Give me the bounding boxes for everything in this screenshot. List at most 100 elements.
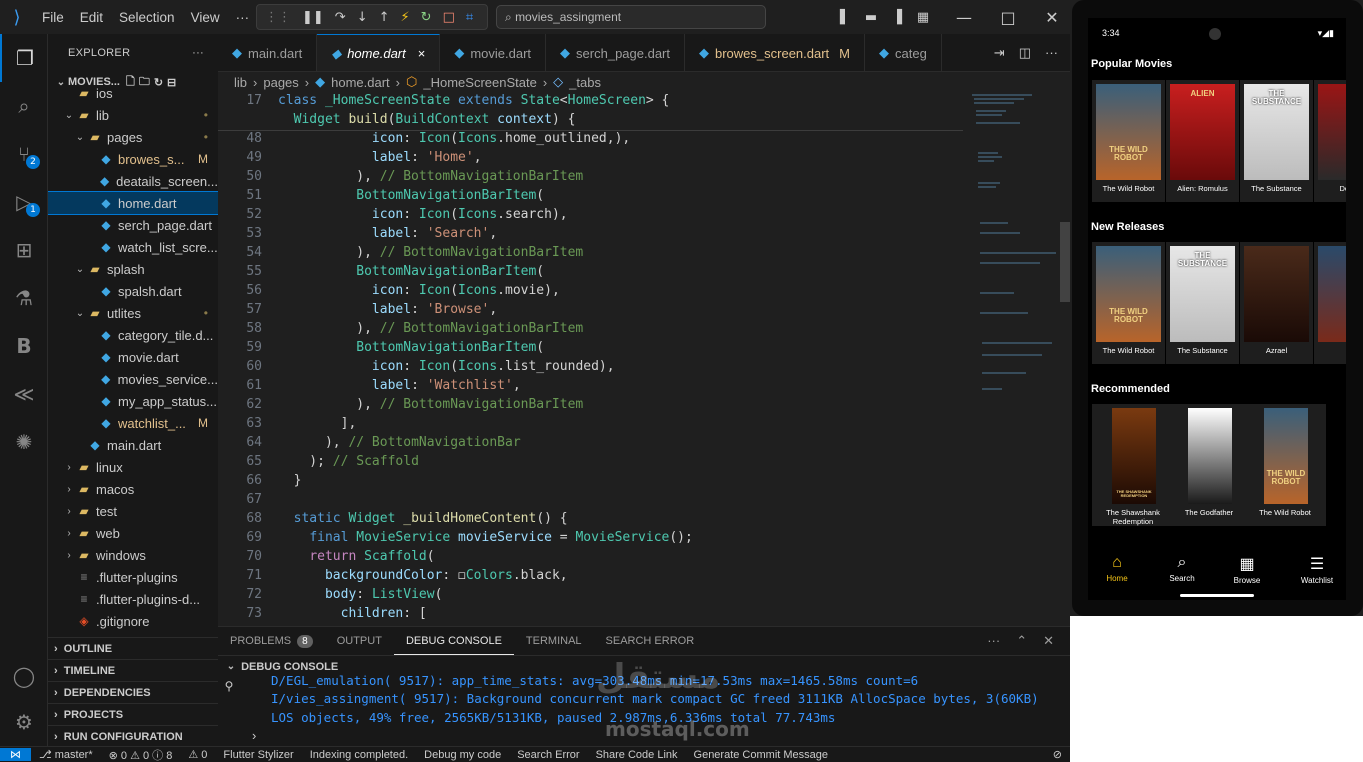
explorer-icon[interactable]: ❐ bbox=[0, 34, 48, 82]
toggle-panel-icon[interactable]: ▬ bbox=[858, 10, 884, 25]
panel-tab-terminal[interactable]: TERMINAL bbox=[514, 627, 594, 655]
step-out-icon[interactable]: ↑ bbox=[379, 10, 390, 25]
tab-home-dart[interactable]: ◆ home.dart × bbox=[317, 34, 441, 71]
toggle-secondary-sidebar-icon[interactable]: ▐ bbox=[884, 10, 910, 25]
panel-more-icon[interactable]: ··· bbox=[987, 633, 1000, 649]
tree-item[interactable]: ◆ serch_page.dart bbox=[48, 214, 218, 236]
nav-home[interactable]: ⌂ Home bbox=[1092, 554, 1142, 583]
notifications-icon[interactable]: ⊘ bbox=[1045, 748, 1070, 761]
movie-card[interactable]: THE WILD ROBOT The Wild Robot bbox=[1092, 242, 1165, 364]
movie-card[interactable]: Te bbox=[1314, 242, 1346, 364]
menu-edit[interactable]: Edit bbox=[72, 10, 111, 25]
movie-card[interactable]: The Godfather bbox=[1168, 404, 1250, 526]
hot-reload-icon[interactable]: ⚡ bbox=[401, 10, 410, 25]
search-error-status[interactable]: Search Error bbox=[509, 749, 587, 761]
devtools-icon[interactable]: ⌗ bbox=[466, 10, 473, 25]
tree-item[interactable]: ◆ movies_service... bbox=[48, 368, 218, 390]
tree-item[interactable]: ▰ ios bbox=[48, 82, 218, 104]
testing-icon[interactable]: ⚗ bbox=[0, 274, 48, 322]
crumb-tabs[interactable]: _tabs bbox=[569, 75, 601, 90]
tree-item[interactable]: ◆ deatails_screen... bbox=[48, 170, 218, 192]
tree-item[interactable]: ◆ watch_list_scre... bbox=[48, 236, 218, 258]
source-control-icon[interactable]: ⑂ 2 bbox=[0, 130, 48, 178]
debug-my-code-status[interactable]: Debug my code bbox=[416, 749, 509, 761]
tree-item[interactable]: › ▰ windows bbox=[48, 544, 218, 566]
tree-item[interactable]: ≡ .flutter-plugins bbox=[48, 566, 218, 588]
account-icon[interactable]: ◯ bbox=[0, 652, 48, 700]
pause-icon[interactable]: ❚❚ bbox=[302, 10, 324, 25]
tree-item[interactable]: ◆ category_tile.d... bbox=[48, 324, 218, 346]
copilot-icon[interactable]: ✺ bbox=[0, 418, 48, 466]
problems-status[interactable]: ⊗ 0 ⚠ 0 ⓘ 8 bbox=[101, 747, 181, 762]
tree-item[interactable]: › ▰ test bbox=[48, 500, 218, 522]
close-icon[interactable]: ✕ bbox=[1030, 8, 1074, 27]
toggle-sidebar-icon[interactable]: ▌ bbox=[832, 10, 858, 25]
menu-view[interactable]: View bbox=[183, 10, 228, 25]
customize-layout-icon[interactable]: ▦ bbox=[910, 10, 936, 25]
search-icon[interactable]: ⌕ bbox=[0, 82, 48, 130]
tab-categ[interactable]: ◆ categ bbox=[865, 34, 942, 71]
tab-movie-dart[interactable]: ◆ movie.dart bbox=[440, 34, 547, 71]
flutter-icon[interactable]: ≪ bbox=[0, 370, 48, 418]
drag-handle-icon[interactable]: ⋮⋮ bbox=[265, 10, 291, 25]
crumb-lib[interactable]: lib bbox=[234, 75, 247, 90]
tree-item[interactable]: › ▰ web bbox=[48, 522, 218, 544]
bookmark-b-icon[interactable]: B bbox=[0, 322, 48, 370]
panel-tab-debug-console[interactable]: DEBUG CONSOLE bbox=[393, 627, 514, 655]
tree-item[interactable]: ◆ browes_s... M bbox=[48, 148, 218, 170]
tree-item[interactable]: ◆ watchlist_... M bbox=[48, 412, 218, 434]
nav-watchlist[interactable]: ☰ Watchlist bbox=[1292, 554, 1342, 585]
section-run-configuration[interactable]: › RUN CONFIGURATION bbox=[48, 725, 218, 746]
crumb-class[interactable]: _HomeScreenState bbox=[423, 75, 536, 90]
movie-card[interactable]: THE SHAWSHANK REDEMPTION The Shawshank Re… bbox=[1092, 404, 1174, 526]
close-tab-icon[interactable]: × bbox=[418, 46, 426, 61]
tree-item[interactable]: ⌄ ▰ splash bbox=[48, 258, 218, 280]
movie-card[interactable]: THE SUBSTANCE The Substance bbox=[1166, 242, 1239, 364]
run-debug-icon[interactable]: ▷ 1 bbox=[0, 178, 48, 226]
ports-status[interactable]: ⚠ 0 bbox=[180, 748, 215, 761]
movie-card[interactable]: THE WILD ROBOT The Wild Robot bbox=[1244, 404, 1326, 526]
crumb-pages[interactable]: pages bbox=[263, 75, 298, 90]
tree-item[interactable]: ◆ movie.dart bbox=[48, 346, 218, 368]
restart-icon[interactable]: ↻ bbox=[421, 10, 432, 25]
tree-item[interactable]: ◆ home.dart bbox=[48, 191, 218, 215]
step-over-icon[interactable]: ↷ bbox=[335, 10, 346, 25]
manage-gear-icon[interactable]: ⚙ bbox=[0, 698, 48, 746]
menu-file[interactable]: File bbox=[34, 10, 72, 25]
tab-main-dart[interactable]: ◆ main.dart bbox=[218, 34, 318, 71]
open-changes-icon[interactable]: ⇥ bbox=[994, 45, 1005, 61]
remote-icon[interactable]: ⋈ bbox=[0, 748, 31, 761]
pin-icon[interactable]: ⚲ bbox=[218, 679, 240, 693]
generate-commit-status[interactable]: Generate Commit Message bbox=[686, 749, 837, 761]
tree-item[interactable]: ◆ my_app_status... bbox=[48, 390, 218, 412]
nav-search[interactable]: ⌕ Search bbox=[1157, 554, 1207, 583]
section-outline[interactable]: › OUTLINE bbox=[48, 637, 218, 659]
code-editor[interactable]: 17 class _HomeScreenState extends State<H… bbox=[218, 92, 1070, 622]
section-timeline[interactable]: › TIMELINE bbox=[48, 659, 218, 681]
movie-card[interactable]: THE SUBSTANCE The Substance bbox=[1240, 80, 1313, 202]
close-panel-icon[interactable]: ✕ bbox=[1043, 633, 1054, 649]
panel-tab-output[interactable]: OUTPUT bbox=[325, 627, 394, 655]
minimap[interactable] bbox=[970, 92, 1060, 412]
movie-card[interactable]: Azrael bbox=[1240, 242, 1313, 364]
tree-item[interactable]: › ▰ macos bbox=[48, 478, 218, 500]
tree-item[interactable]: ⌄ ▰ lib • bbox=[48, 104, 218, 126]
split-editor-icon[interactable]: ◫ bbox=[1019, 45, 1031, 61]
minimize-icon[interactable]: — bbox=[942, 8, 986, 27]
movie-card[interactable]: THE WILD ROBOT The Wild Robot bbox=[1092, 80, 1165, 202]
maximize-icon[interactable]: □ bbox=[986, 8, 1030, 27]
section-dependencies[interactable]: › DEPENDENCIES bbox=[48, 681, 218, 703]
menu-more[interactable]: ··· bbox=[228, 10, 258, 25]
flutter-stylizer-status[interactable]: Flutter Stylizer bbox=[215, 749, 301, 761]
movie-card[interactable]: Deadp bbox=[1314, 80, 1346, 202]
panel-tab-problems[interactable]: PROBLEMS 8 bbox=[218, 627, 325, 655]
nav-browse[interactable]: ▦ Browse bbox=[1222, 554, 1272, 585]
panel-tab-search-error[interactable]: SEARCH ERROR bbox=[594, 627, 707, 655]
menu-selection[interactable]: Selection bbox=[111, 10, 183, 25]
tab-serch-page-dart[interactable]: ◆ serch_page.dart bbox=[546, 34, 685, 71]
step-into-icon[interactable]: ↓ bbox=[357, 10, 368, 25]
scrollbar-thumb[interactable] bbox=[1060, 222, 1070, 302]
tree-item[interactable]: › ▰ linux bbox=[48, 456, 218, 478]
git-branch[interactable]: ⎇ master* bbox=[31, 748, 101, 761]
console-input-prompt[interactable]: › bbox=[252, 728, 256, 743]
